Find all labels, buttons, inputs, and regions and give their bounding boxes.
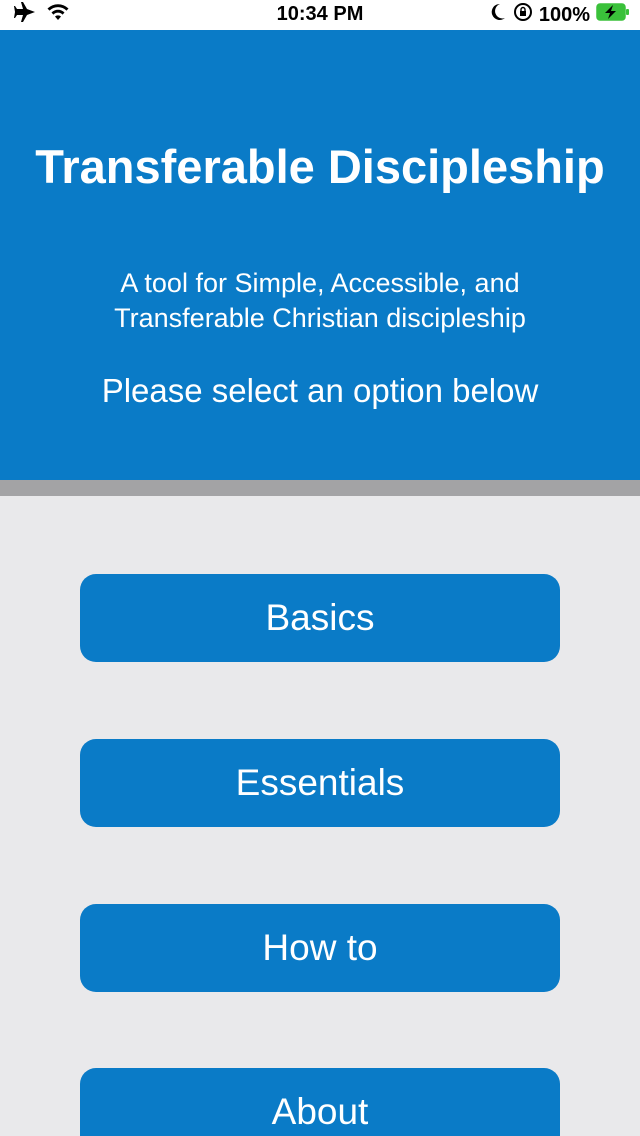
battery-percentage: 100% — [538, 3, 590, 26]
header-divider — [0, 480, 640, 496]
status-bar: 10:34 PM 100% — [0, 0, 640, 30]
essentials-button[interactable]: Essentials — [80, 739, 560, 827]
basics-button[interactable]: Basics — [80, 574, 560, 662]
selection-prompt: Please select an option below — [101, 372, 539, 409]
orientation-lock-icon — [513, 2, 533, 28]
app-title: Transferable Discipleship — [35, 140, 605, 193]
battery-charging-icon — [596, 2, 630, 28]
app-subtitle: A tool for Simple, Accessible, and Trans… — [114, 268, 526, 333]
app-header: Transferable Discipleship A tool for Sim… — [0, 30, 640, 480]
moon-icon — [489, 2, 507, 28]
status-right: 100% — [489, 2, 630, 28]
app-screen: 10:34 PM 100% Transferable Discipleship … — [0, 0, 640, 1136]
about-button[interactable]: About — [80, 1068, 560, 1136]
how-to-button[interactable]: How to — [80, 904, 560, 992]
